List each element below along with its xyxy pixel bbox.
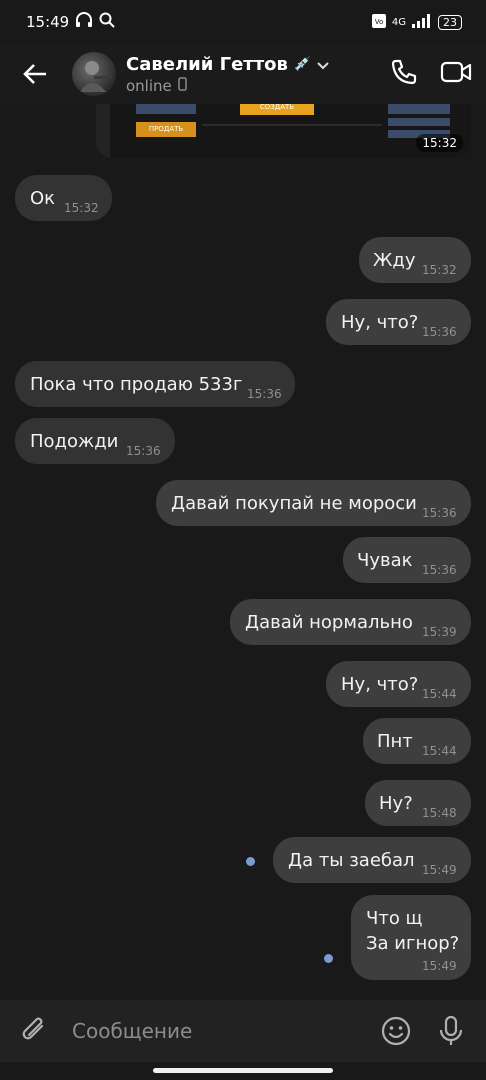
status-right: Vo 4G 23 bbox=[371, 13, 462, 31]
message-time: 15:36 bbox=[422, 563, 457, 577]
back-arrow-icon bbox=[23, 64, 46, 84]
message-text: Пнт bbox=[377, 731, 413, 752]
contact-status-text: online bbox=[126, 76, 172, 95]
message-text: Давай нормально bbox=[245, 612, 413, 633]
gesture-navigation-handle[interactable] bbox=[153, 1068, 333, 1073]
message-text: Подожди bbox=[30, 431, 119, 452]
chevron-down-icon[interactable] bbox=[317, 54, 330, 75]
svg-text:Vo: Vo bbox=[375, 18, 384, 26]
message-outgoing[interactable]: Пнт 15:44 bbox=[363, 718, 471, 764]
message-text-line2: За игнор? bbox=[366, 933, 460, 954]
unread-indicator bbox=[246, 857, 255, 866]
phone-icon[interactable] bbox=[390, 58, 418, 90]
message-text: Ну, что? bbox=[341, 674, 419, 695]
image-attachment[interactable]: СОЗДАТЬ ПРОДАТЬ 15:32 bbox=[96, 104, 471, 158]
mic-icon[interactable] bbox=[438, 1015, 464, 1047]
network-type: 4G bbox=[391, 16, 406, 28]
message-time: 15:48 bbox=[422, 806, 457, 820]
emoji-icon[interactable] bbox=[380, 1015, 412, 1047]
header-actions bbox=[390, 58, 472, 90]
volte-icon: Vo bbox=[371, 13, 386, 31]
contact-name-text: Савелий Геттов bbox=[126, 53, 288, 75]
message-time: 15:39 bbox=[422, 625, 457, 639]
message-input[interactable]: Сообщение bbox=[72, 1019, 192, 1043]
message-outgoing[interactable]: Что щ За игнор? 15:49 bbox=[351, 895, 471, 980]
message-text: Ок bbox=[30, 188, 56, 209]
media-create-button: СОЗДАТЬ bbox=[240, 104, 314, 115]
signal-icon bbox=[412, 13, 432, 31]
message-outgoing[interactable]: Ну, что? 15:36 bbox=[326, 299, 471, 345]
message-outgoing[interactable]: Давай покупай не мороси 15:36 bbox=[156, 480, 471, 526]
message-outgoing[interactable]: Чувак 15:36 bbox=[343, 537, 471, 583]
message-time: 15:44 bbox=[422, 687, 457, 701]
contact-name: Савелий Геттов 💉 bbox=[126, 53, 330, 75]
syringe-emoji: 💉 bbox=[293, 56, 312, 72]
message-text: Давай покупай не мороси bbox=[171, 493, 417, 514]
avatar[interactable] bbox=[72, 52, 116, 96]
back-button[interactable] bbox=[18, 57, 52, 91]
message-outgoing[interactable]: Давай нормально 15:39 bbox=[230, 599, 471, 645]
message-text: Да ты заебал bbox=[288, 850, 415, 871]
screenshot-preview: СОЗДАТЬ ПРОДАТЬ bbox=[96, 104, 471, 158]
message-time: 15:32 bbox=[64, 201, 99, 215]
message-time: 15:44 bbox=[422, 744, 457, 758]
message-text-line1: Что щ bbox=[366, 908, 423, 929]
message-text: Ну, что? bbox=[341, 312, 419, 333]
message-time: 15:49 bbox=[422, 863, 457, 877]
message-text: Чувак bbox=[357, 550, 413, 571]
message-outgoing[interactable]: Ну? 15:48 bbox=[365, 780, 471, 826]
media-sell-button: ПРОДАТЬ bbox=[136, 122, 196, 137]
message-text: Ну? bbox=[379, 793, 413, 814]
mobile-icon bbox=[178, 76, 187, 95]
battery-level: 23 bbox=[438, 14, 462, 30]
message-list[interactable]: СОЗДАТЬ ПРОДАТЬ 15:32 Ок 15:32 Жду 15:32… bbox=[0, 104, 486, 1000]
unread-indicator bbox=[324, 954, 333, 963]
search-icon bbox=[99, 12, 115, 32]
headphones-icon bbox=[75, 12, 93, 32]
message-incoming[interactable]: Ок 15:32 bbox=[15, 175, 112, 221]
message-text: Жду bbox=[373, 250, 416, 271]
message-incoming[interactable]: Подожди 15:36 bbox=[15, 418, 175, 464]
message-outgoing[interactable]: Ну, что? 15:44 bbox=[326, 661, 471, 707]
clock: 15:49 bbox=[26, 13, 70, 31]
attach-icon[interactable] bbox=[20, 1016, 50, 1046]
message-time: 15:49 bbox=[422, 959, 457, 973]
message-time: 15:32 bbox=[422, 263, 457, 277]
chat-header: Савелий Геттов 💉 online bbox=[0, 44, 486, 104]
message-time: 15:36 bbox=[126, 444, 161, 458]
message-outgoing[interactable]: Жду 15:32 bbox=[359, 237, 471, 283]
message-incoming[interactable]: Пока что продаю 533г 15:36 bbox=[15, 361, 295, 407]
message-time: 15:36 bbox=[422, 325, 457, 339]
message-outgoing[interactable]: Да ты заебал 15:49 bbox=[273, 837, 471, 883]
status-bar: 15:49 Vo 4G 23 bbox=[0, 0, 486, 44]
status-left: 15:49 bbox=[26, 12, 115, 32]
contact-info[interactable]: Савелий Геттов 💉 online bbox=[126, 53, 330, 95]
contact-status: online bbox=[126, 77, 329, 95]
message-time: 15:36 bbox=[247, 387, 282, 401]
video-icon[interactable] bbox=[440, 60, 472, 88]
composer: Сообщение bbox=[0, 1000, 486, 1062]
media-time: 15:32 bbox=[416, 134, 463, 152]
message-text: Пока что продаю 533г bbox=[30, 374, 243, 395]
message-time: 15:36 bbox=[422, 506, 457, 520]
